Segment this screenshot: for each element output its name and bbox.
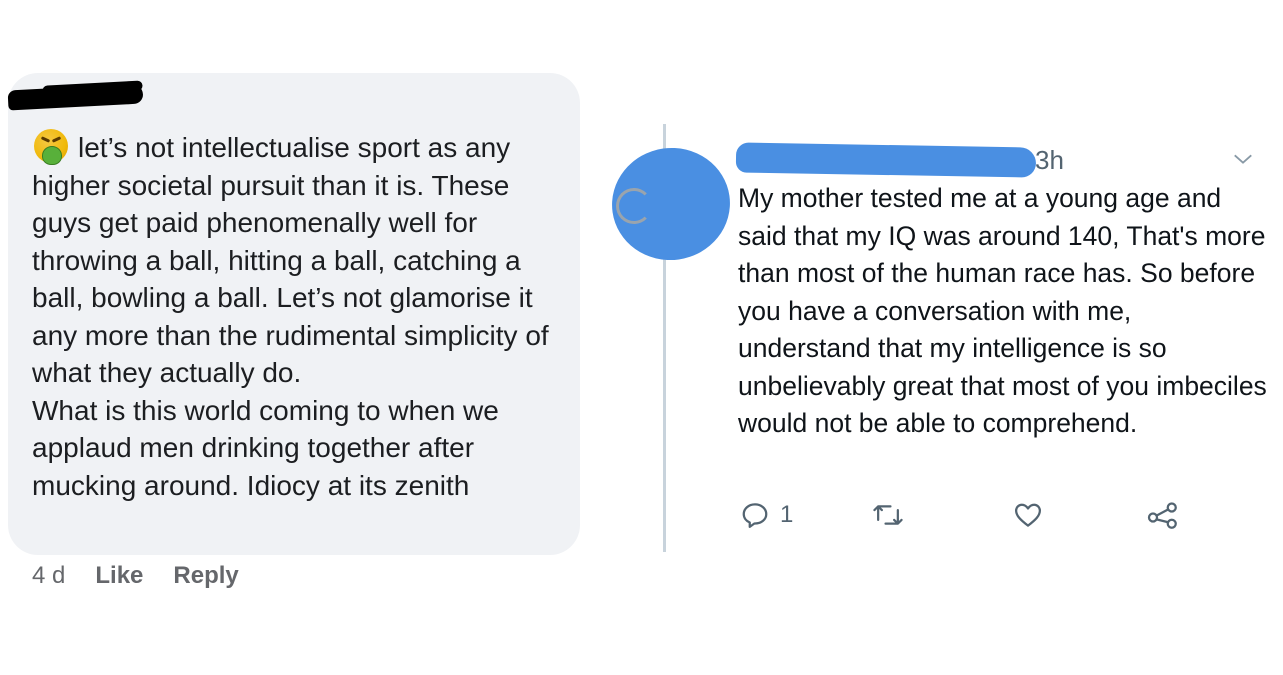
reply-icon (742, 503, 768, 528)
chevron-down-icon[interactable] (1232, 148, 1254, 170)
like-action[interactable] (1012, 500, 1044, 530)
reply-action[interactable]: 1 (740, 500, 793, 530)
comment-text: let’s not intellectualise sport as any h… (32, 132, 549, 501)
avatar[interactable] (604, 140, 738, 268)
share-icon (1147, 502, 1177, 529)
comment-bubble: let’s not intellectualise sport as any h… (7, 73, 580, 555)
redacted-author-name (7, 83, 144, 111)
tweet-text: My mother tested me at a young age and s… (738, 183, 1275, 438)
tweet-action-bar: 1 (0, 500, 1283, 540)
like-heart-icon (1015, 503, 1041, 527)
like-button[interactable]: Like (95, 562, 143, 590)
tweet-timestamp[interactable]: 3h (1035, 145, 1064, 176)
reply-button[interactable]: Reply (173, 562, 238, 590)
share-action[interactable] (1146, 500, 1180, 530)
comment-body: let’s not intellectualise sport as any h… (32, 129, 572, 504)
avatar-edge (616, 188, 652, 224)
retweet-icon (873, 505, 903, 525)
redacted-username (735, 142, 1037, 178)
nauseated-face-icon (34, 129, 68, 165)
reply-count: 1 (780, 501, 794, 528)
retweet-action[interactable] (872, 500, 904, 530)
comment-timestamp[interactable]: 4 d (32, 562, 65, 590)
comment-actions: 4 d Like Reply (32, 562, 239, 590)
